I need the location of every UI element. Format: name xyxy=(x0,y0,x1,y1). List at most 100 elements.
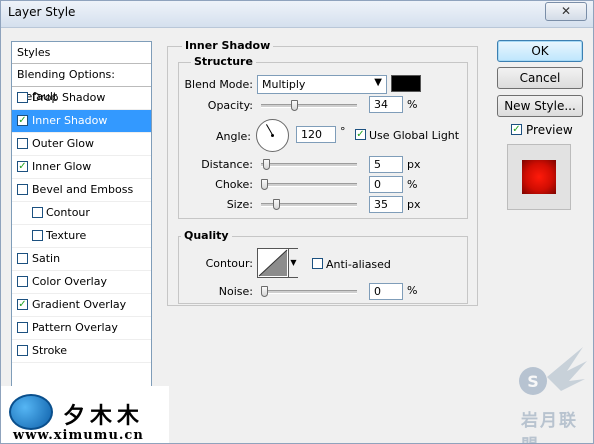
blend-mode-value: Multiply xyxy=(262,78,306,91)
size-label: Size: xyxy=(226,198,253,211)
watermark-left-text: 夕木木 xyxy=(63,403,145,429)
effect-label: Inner Glow xyxy=(32,160,92,173)
watermark-yanyue: S 岩月联盟 xyxy=(491,341,591,443)
contour-dropdown-button[interactable]: ▼ xyxy=(288,249,298,277)
effect-item[interactable]: ✓ Inner Shadow xyxy=(12,110,151,133)
quality-group: Quality Contour: ▼ Anti-aliased Noise: 0… xyxy=(178,229,468,304)
size-slider[interactable] xyxy=(261,199,357,210)
effect-checkbox[interactable] xyxy=(32,230,43,241)
angle-dial-center xyxy=(271,134,274,137)
effect-label: Gradient Overlay xyxy=(32,298,127,311)
preview-checkbox[interactable]: ✓ xyxy=(511,124,522,135)
chevron-down-icon: ▼ xyxy=(374,77,382,88)
angle-dial[interactable] xyxy=(256,119,289,152)
blending-options-item[interactable]: Blending Options: Default xyxy=(12,64,151,103)
effect-item[interactable]: Bevel and Emboss xyxy=(12,179,151,202)
effect-label: Contour xyxy=(46,206,90,219)
opacity-slider[interactable] xyxy=(261,100,357,111)
effect-item[interactable]: ✓ Inner Glow xyxy=(12,156,151,179)
preview-label: Preview xyxy=(526,123,573,137)
styles-header[interactable]: Styles xyxy=(12,42,151,64)
contour-label: Contour: xyxy=(205,257,253,270)
effect-item[interactable]: Outer Glow xyxy=(12,133,151,156)
angle-input[interactable]: 120 xyxy=(296,126,336,143)
effect-checkbox[interactable] xyxy=(17,345,28,356)
contour-picker[interactable]: ▼ xyxy=(257,248,298,278)
effect-checkbox[interactable] xyxy=(17,276,28,287)
effect-item[interactable]: Satin xyxy=(12,248,151,271)
noise-input[interactable]: 0 xyxy=(369,283,403,300)
effect-item[interactable]: Contour xyxy=(12,202,151,225)
close-icon: ✕ xyxy=(560,4,572,18)
contour-preview-icon xyxy=(258,249,288,277)
opacity-slider-thumb[interactable] xyxy=(291,100,298,111)
noise-slider[interactable] xyxy=(261,286,357,297)
effect-label: Bevel and Emboss xyxy=(32,183,134,196)
watermark-ximumu: 夕木木 www.ximumu.cn xyxy=(1,386,169,443)
angle-label: Angle: xyxy=(215,130,251,143)
wing-logo-icon: S xyxy=(519,347,587,395)
blend-mode-select[interactable]: Multiply ▼ xyxy=(257,75,387,94)
distance-label: Distance: xyxy=(201,158,253,171)
anti-aliased-checkbox[interactable] xyxy=(312,258,323,269)
svg-text:S: S xyxy=(527,372,539,391)
noise-slider-thumb[interactable] xyxy=(261,286,268,297)
noise-label: Noise: xyxy=(218,285,253,298)
opacity-input[interactable]: 34 xyxy=(369,96,403,113)
choke-input[interactable]: 0 xyxy=(369,176,403,193)
effect-label: Color Overlay xyxy=(32,275,107,288)
distance-slider-thumb[interactable] xyxy=(263,159,270,170)
use-global-light-checkbox[interactable]: ✓ xyxy=(355,129,366,140)
effect-checkbox[interactable] xyxy=(17,253,28,264)
blend-mode-label: Blend Mode: xyxy=(184,78,254,91)
inner-shadow-title: Inner Shadow xyxy=(182,39,274,52)
choke-slider[interactable] xyxy=(261,179,357,190)
effect-item[interactable]: Drop Shadow xyxy=(12,87,151,110)
size-input[interactable]: 35 xyxy=(369,196,403,213)
effect-checkbox[interactable] xyxy=(17,184,28,195)
effect-checkbox[interactable]: ✓ xyxy=(17,115,28,126)
effect-label: Texture xyxy=(46,229,87,242)
effect-label: Inner Shadow xyxy=(32,114,108,127)
effect-checkbox[interactable] xyxy=(17,138,28,149)
effect-item[interactable]: Pattern Overlay xyxy=(12,317,151,340)
new-style-button[interactable]: New Style... xyxy=(497,95,583,117)
title-bar[interactable]: Layer Style ✕ xyxy=(1,1,593,28)
quality-title: Quality xyxy=(181,229,232,242)
size-slider-thumb[interactable] xyxy=(273,199,280,210)
choke-unit: % xyxy=(407,178,418,191)
effect-checkbox[interactable]: ✓ xyxy=(17,161,28,172)
shadow-color-swatch[interactable] xyxy=(391,75,421,92)
watermark-right-text: 岩月联盟 xyxy=(521,411,578,443)
effect-item[interactable]: Texture xyxy=(12,225,151,248)
choke-slider-thumb[interactable] xyxy=(261,179,268,190)
window-title: Layer Style xyxy=(8,5,76,19)
distance-slider[interactable] xyxy=(261,159,357,170)
cancel-button[interactable]: Cancel xyxy=(497,67,583,89)
opacity-label: Opacity: xyxy=(207,99,253,112)
close-button[interactable]: ✕ xyxy=(545,2,587,21)
effect-item[interactable]: Stroke xyxy=(12,340,151,363)
angle-unit: ° xyxy=(340,125,346,138)
effects-list: Drop Shadow ✓ Inner Shadow Outer Glow ✓ Inner… xyxy=(12,87,151,363)
chevron-down-icon: ▼ xyxy=(290,258,297,267)
effect-checkbox[interactable] xyxy=(17,92,28,103)
choke-label: Choke: xyxy=(215,178,253,191)
noise-unit: % xyxy=(407,284,418,297)
effect-item[interactable]: Color Overlay xyxy=(12,271,151,294)
size-unit: px xyxy=(407,198,421,211)
effect-label: Satin xyxy=(32,252,61,265)
effect-label: Stroke xyxy=(32,344,68,357)
distance-unit: px xyxy=(407,158,421,171)
ok-button[interactable]: OK xyxy=(497,40,583,62)
effect-checkbox[interactable]: ✓ xyxy=(17,299,28,310)
distance-input[interactable]: 5 xyxy=(369,156,403,173)
effect-checkbox[interactable] xyxy=(17,322,28,333)
anti-aliased-label: Anti-aliased xyxy=(326,258,391,271)
effect-checkbox[interactable] xyxy=(32,207,43,218)
effect-label: Pattern Overlay xyxy=(32,321,118,334)
style-preview-swatch xyxy=(522,160,556,194)
effect-item[interactable]: ✓ Gradient Overlay xyxy=(12,294,151,317)
use-global-light-label: Use Global Light xyxy=(369,129,460,142)
structure-group: Structure Blend Mode: Multiply ▼ Opacity… xyxy=(178,55,468,219)
